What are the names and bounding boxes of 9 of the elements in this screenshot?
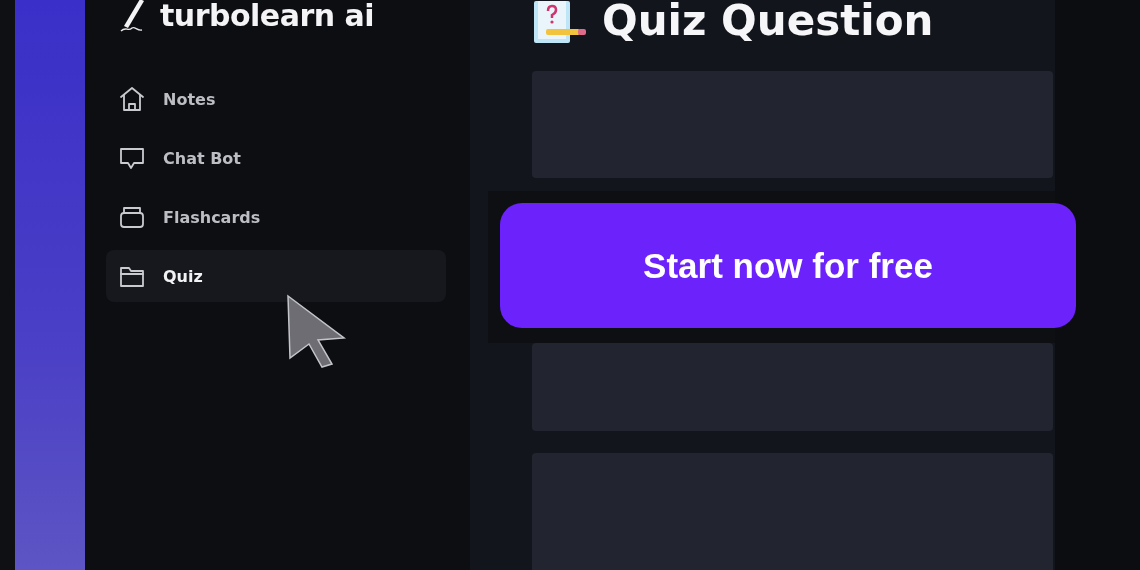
- clipboard-icon: [532, 0, 588, 43]
- sidebar-item[interactable]: Chat Bot: [106, 132, 446, 184]
- home-icon: [118, 85, 146, 113]
- sidebar-item[interactable]: Quiz: [106, 250, 446, 302]
- brand-name: turbolearn ai: [160, 0, 375, 33]
- sidebar-item[interactable]: Notes: [106, 73, 446, 125]
- sidebar-item[interactable]: Flashcards: [106, 191, 446, 243]
- page-title: Quiz Question: [602, 0, 934, 45]
- start-button[interactable]: Start now for free: [500, 203, 1076, 328]
